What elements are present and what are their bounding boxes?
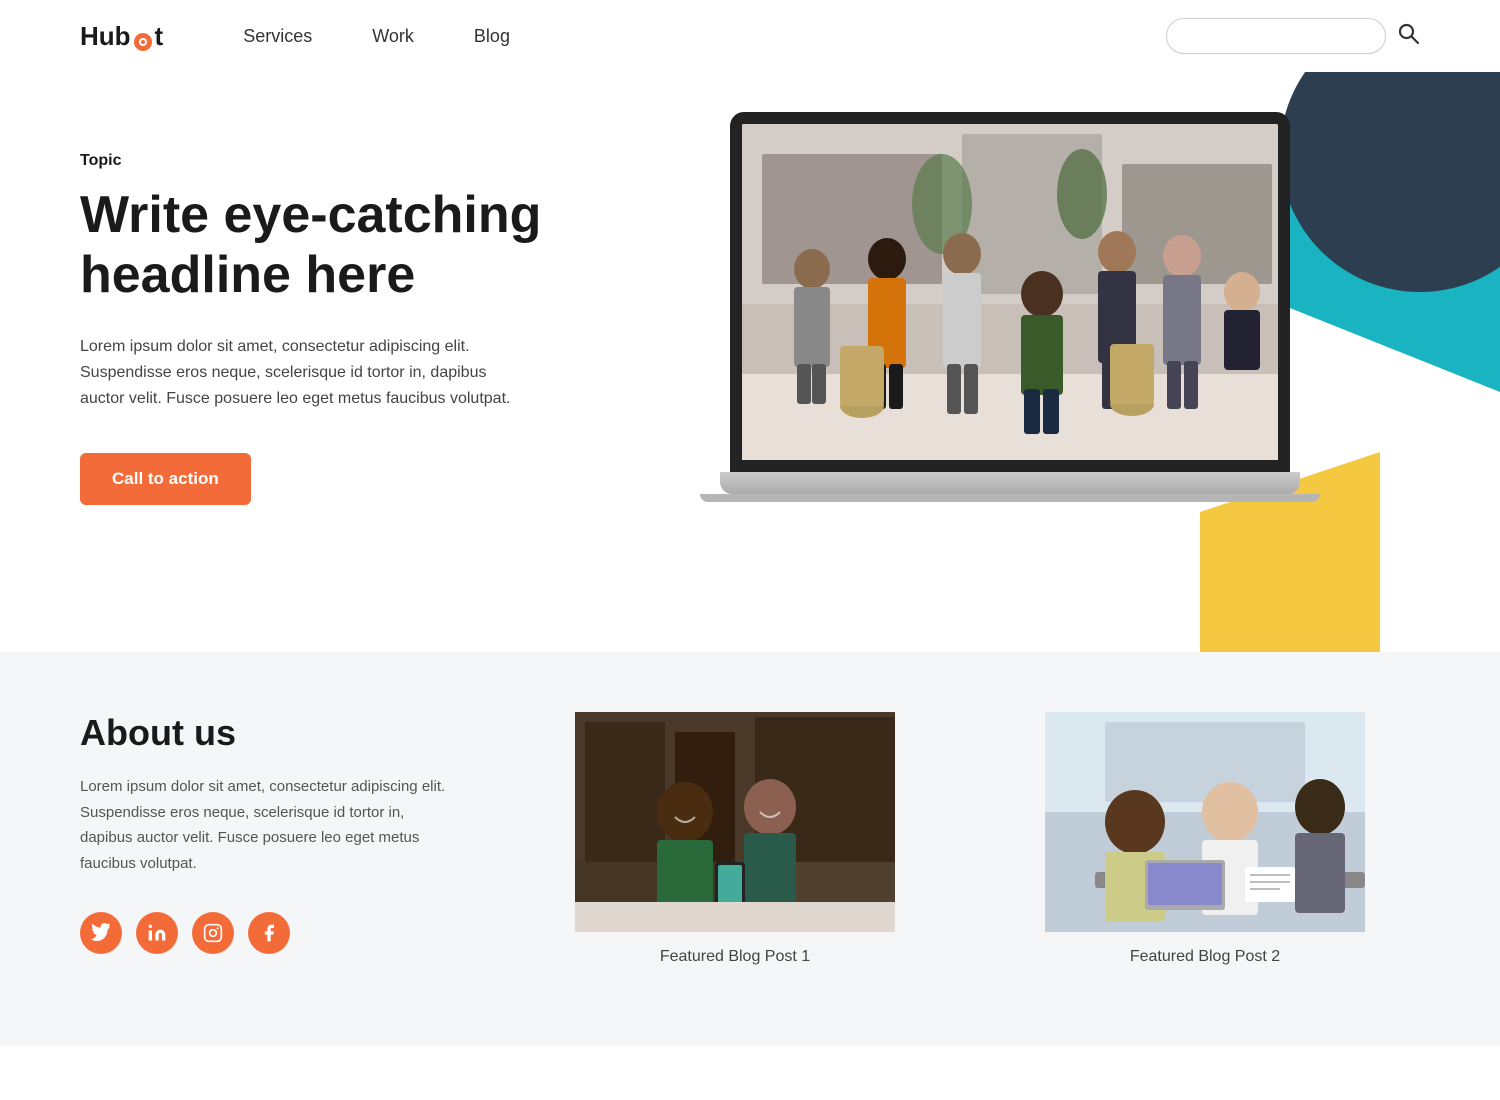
blog-caption-1: Featured Blog Post 1 [660,948,810,966]
blog-caption-2: Featured Blog Post 2 [1130,948,1280,966]
nav-work[interactable]: Work [372,26,414,47]
nav-services[interactable]: Services [243,26,312,47]
hero-headline: Write eye-catching headline here [80,186,600,306]
social-icons-row [80,912,460,954]
search-input[interactable] [1166,18,1386,54]
hero-content: Topic Write eye-catching headline here L… [80,132,600,505]
hero-image-area [600,112,1420,494]
hero-body-text: Lorem ipsum dolor sit amet, consectetur … [80,334,520,413]
search-button[interactable] [1396,21,1420,51]
blog-image-1 [520,712,950,932]
twitter-icon[interactable] [80,912,122,954]
blog-photo-2 [990,712,1420,932]
cta-button[interactable]: Call to action [80,453,251,505]
site-header: Hub t Services Work Blog [0,0,1500,72]
laptop-screen [730,112,1290,472]
search-icon [1396,21,1420,45]
main-nav: Services Work Blog [243,26,1166,47]
team-photo [742,124,1278,460]
blog-posts-row: Featured Blog Post 1 [520,712,1420,966]
blog-card-2: Featured Blog Post 2 [990,712,1420,966]
laptop-mockup [700,112,1320,494]
facebook-icon[interactable] [248,912,290,954]
blog-photo-1 [520,712,950,932]
header-search-area [1166,18,1420,54]
linkedin-icon[interactable] [136,912,178,954]
logo[interactable]: Hub t [80,21,163,52]
nav-blog[interactable]: Blog [474,26,510,47]
hero-section: Topic Write eye-catching headline here L… [0,72,1500,652]
laptop-base [720,472,1300,494]
blog-card-1: Featured Blog Post 1 [520,712,950,966]
about-content: About us Lorem ipsum dolor sit amet, con… [80,712,460,954]
instagram-icon[interactable] [192,912,234,954]
about-title: About us [80,712,460,754]
about-section: About us Lorem ipsum dolor sit amet, con… [0,652,1500,1046]
hero-topic: Topic [80,152,600,170]
blog-image-2 [990,712,1420,932]
logo-spot-icon [134,27,152,45]
about-body-text: Lorem ipsum dolor sit amet, consectetur … [80,774,460,876]
